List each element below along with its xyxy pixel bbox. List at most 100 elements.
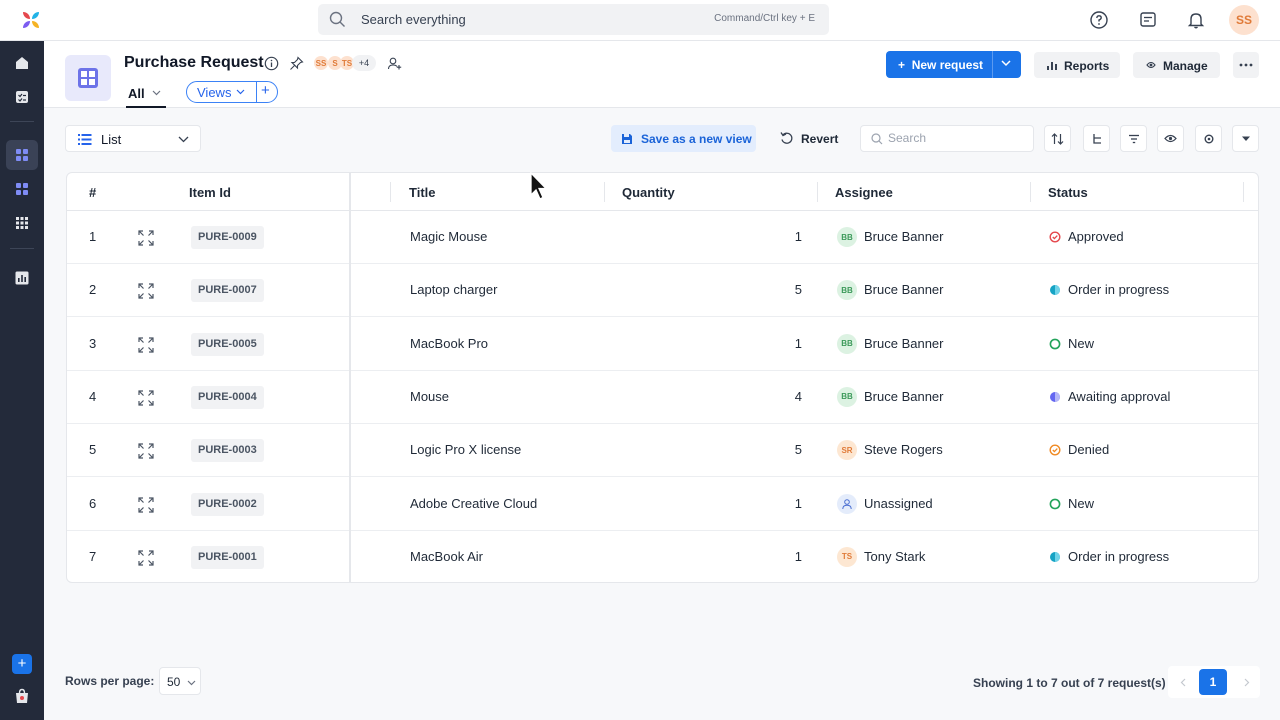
status-label[interactable]: Order in progress [1068, 282, 1169, 297]
more-toolbar-dropdown[interactable] [1232, 125, 1259, 152]
item-id-badge[interactable]: PURE-0004 [191, 385, 264, 409]
item-id-badge[interactable]: PURE-0005 [191, 332, 264, 356]
revert-button[interactable]: Revert [780, 125, 844, 152]
table-search-input[interactable] [888, 131, 1028, 145]
new-request-button[interactable]: + New request [886, 51, 1021, 78]
assignee-name[interactable]: Bruce Banner [864, 282, 944, 297]
status-label[interactable]: Awaiting approval [1068, 389, 1170, 404]
item-id-badge[interactable]: PURE-0009 [191, 226, 264, 249]
assignee-name[interactable]: Steve Rogers [864, 442, 943, 457]
sort-button[interactable] [1044, 125, 1071, 152]
column-divider[interactable] [817, 182, 818, 202]
status-label[interactable]: New [1068, 336, 1094, 351]
column-divider[interactable] [1243, 182, 1244, 202]
expand-icon[interactable] [138, 390, 154, 406]
view-type-select[interactable]: List [65, 125, 201, 152]
assignee-avatar: BB [837, 280, 857, 301]
page-button-current[interactable]: 1 [1199, 669, 1227, 695]
filter-button[interactable] [1120, 125, 1147, 152]
column-divider[interactable] [604, 182, 605, 202]
item-title[interactable]: Magic Mouse [410, 229, 487, 244]
pin-icon[interactable] [289, 56, 304, 71]
global-search[interactable]: Search everything Command/Ctrl key + E [318, 4, 829, 35]
sidebar-tasks[interactable] [6, 82, 38, 112]
item-id-badge[interactable]: PURE-0003 [191, 439, 264, 463]
notifications-bell-icon[interactable] [1185, 9, 1207, 31]
expand-icon[interactable] [138, 230, 154, 246]
column-header-status[interactable]: Status [1048, 185, 1088, 200]
column-header-quantity[interactable]: Quantity [622, 185, 675, 200]
column-divider[interactable] [1030, 182, 1031, 202]
column-divider[interactable] [390, 182, 391, 202]
expand-icon[interactable] [138, 443, 154, 459]
expand-icon[interactable] [138, 336, 154, 353]
item-title[interactable]: Logic Pro X license [410, 442, 521, 457]
status-label[interactable]: Denied [1068, 442, 1109, 457]
info-icon[interactable] [264, 56, 279, 71]
item-title[interactable]: Mouse [410, 389, 449, 404]
more-options-button[interactable] [1233, 52, 1259, 78]
status-label[interactable]: Approved [1068, 229, 1124, 244]
assignee-name[interactable]: Bruce Banner [864, 389, 944, 404]
rows-per-page-select[interactable]: 50 [159, 667, 201, 695]
chevron-left-icon[interactable] [1180, 678, 1186, 687]
sidebar-apps-active[interactable] [6, 140, 38, 170]
item-title[interactable]: MacBook Air [410, 549, 483, 564]
assignee-name[interactable]: Bruce Banner [864, 229, 944, 244]
chevron-right-icon[interactable] [1244, 678, 1250, 687]
sidebar-store[interactable] [6, 681, 38, 711]
item-id-badge[interactable]: PURE-0002 [191, 492, 264, 516]
table-row[interactable]: 7 PURE-0001 MacBook Air 1 TS Tony Stark … [67, 531, 1258, 582]
more-collaborators-badge[interactable]: +4 [352, 55, 376, 71]
table-row[interactable]: 1 PURE-0009 Magic Mouse 1 BB Bruce Banne… [67, 211, 1258, 264]
item-id-badge[interactable]: PURE-0007 [191, 279, 264, 303]
status-label[interactable]: Order in progress [1068, 549, 1169, 564]
table-row[interactable]: 4 PURE-0004 Mouse 4 BB Bruce Banner Awai… [67, 371, 1258, 424]
table-row[interactable]: 3 PURE-0005 MacBook Pro 1 BB Bruce Banne… [67, 318, 1258, 371]
chevron-down-icon[interactable] [1001, 60, 1011, 67]
views-button[interactable]: Views + [186, 81, 278, 103]
status-label[interactable]: New [1068, 496, 1094, 511]
table-row[interactable]: 6 PURE-0002 Adobe Creative Cloud 1 Unass… [67, 478, 1258, 531]
assignee-name[interactable]: Unassigned [864, 496, 933, 511]
expand-icon[interactable] [138, 550, 154, 566]
messages-icon[interactable] [1137, 9, 1159, 31]
manage-button[interactable]: Manage [1133, 52, 1220, 78]
column-header-assignee[interactable]: Assignee [835, 185, 893, 200]
expand-icon[interactable] [138, 283, 154, 299]
collaborator-avatar[interactable]: SS [314, 56, 328, 70]
top-bar: Search everything Command/Ctrl key + E S… [0, 0, 1280, 41]
settings-button[interactable] [1195, 125, 1222, 152]
sidebar-home[interactable] [6, 48, 38, 78]
save-as-new-view-button[interactable]: Save as a new view [611, 125, 756, 152]
item-id-badge[interactable]: PURE-0001 [191, 545, 264, 569]
item-title[interactable]: Adobe Creative Cloud [410, 496, 537, 511]
group-by-button[interactable] [1083, 125, 1110, 152]
table-row[interactable]: 5 PURE-0003 Logic Pro X license 5 SR Ste… [67, 424, 1258, 478]
table-row[interactable]: 2 PURE-0007 Laptop charger 5 BB Bruce Ba… [67, 264, 1258, 318]
add-user-icon[interactable] [387, 56, 402, 71]
sidebar-add-button[interactable]: + [12, 654, 32, 674]
item-quantity: 1 [794, 548, 802, 564]
assignee-name[interactable]: Tony Stark [864, 549, 925, 564]
item-title[interactable]: MacBook Pro [410, 336, 488, 351]
tab-all[interactable]: All [126, 84, 166, 108]
sidebar-apps-2[interactable] [6, 174, 38, 204]
column-header-title[interactable]: Title [409, 185, 436, 200]
app-logo[interactable] [20, 9, 42, 31]
assignee-name[interactable]: Bruce Banner [864, 336, 944, 351]
sidebar-all-apps[interactable] [6, 208, 38, 238]
sidebar-reports[interactable] [6, 263, 38, 293]
item-title[interactable]: Laptop charger [410, 282, 497, 297]
expand-icon[interactable] [138, 496, 154, 513]
visibility-button[interactable] [1157, 125, 1184, 152]
user-avatar[interactable]: SS [1229, 5, 1259, 35]
grid-icon [16, 183, 28, 195]
store-bag-icon [16, 688, 28, 703]
add-view-button[interactable]: + [261, 82, 270, 99]
column-header-item-id[interactable]: Item Id [189, 185, 231, 200]
table-search[interactable] [860, 125, 1034, 152]
column-header-number[interactable]: # [89, 185, 96, 200]
reports-button[interactable]: Reports [1034, 52, 1120, 78]
help-icon[interactable] [1088, 9, 1110, 31]
